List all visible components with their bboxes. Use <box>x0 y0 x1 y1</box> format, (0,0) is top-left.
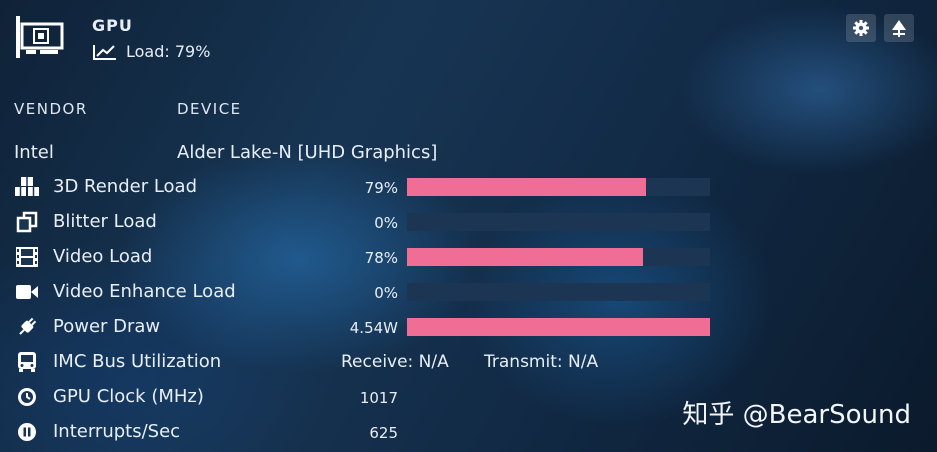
film-icon <box>14 244 40 270</box>
device-value: Alder Lake-N [UHD Graphics] <box>177 142 438 163</box>
vendor-value: Intel <box>14 142 54 163</box>
video-camera-icon <box>14 279 40 305</box>
row-label-imc: IMC Bus Utilization <box>53 351 222 372</box>
row-label-blitter: Blitter Load <box>53 211 157 232</box>
value-video-enhance: 0% <box>374 284 398 302</box>
gpu-card-icon <box>14 14 64 60</box>
value-blitter: 0% <box>374 214 398 232</box>
bar-power <box>407 318 710 336</box>
plug-icon <box>14 314 40 340</box>
pin-icon <box>889 18 909 38</box>
load-text: Load: 79% <box>126 42 211 61</box>
value-interrupts: 625 <box>369 424 398 442</box>
settings-button[interactable] <box>846 14 876 42</box>
bus-icon <box>14 349 40 375</box>
watermark: 知乎 @BearSound <box>682 400 911 430</box>
page-title: GPU <box>92 16 133 35</box>
row-label-video-enhance: Video Enhance Load <box>53 281 236 302</box>
value-power: 4.54W <box>349 319 398 337</box>
value-video: 78% <box>364 249 398 267</box>
bar-video-enhance <box>407 283 710 301</box>
vendor-header: VENDOR <box>14 100 88 118</box>
pin-button[interactable] <box>884 14 914 42</box>
interrupt-icon <box>14 419 40 445</box>
row-label-video: Video Load <box>53 246 153 267</box>
device-header: DEVICE <box>177 100 242 118</box>
value-gpu-clock: 1017 <box>359 389 398 407</box>
bar-fill <box>407 318 710 336</box>
row-label-interrupts: Interrupts/Sec <box>53 421 181 442</box>
value-3d-render: 79% <box>364 179 398 197</box>
copy-icon <box>14 209 40 235</box>
row-label-power: Power Draw <box>53 316 161 337</box>
chart-line-icon <box>92 43 118 61</box>
bar-video <box>407 248 710 266</box>
imc-receive: Receive: N/A <box>341 352 449 372</box>
row-label-gpu-clock: GPU Clock (MHz) <box>53 386 204 407</box>
bar-fill <box>407 248 644 266</box>
gear-icon <box>852 19 870 37</box>
row-label-3d-render: 3D Render Load <box>53 176 198 197</box>
load-summary: Load: 79% <box>92 42 210 61</box>
imc-transmit: Transmit: N/A <box>484 352 599 372</box>
bar-3d-render <box>407 178 710 196</box>
bar-blitter <box>407 213 710 231</box>
clock-icon <box>14 384 40 410</box>
cubes-icon <box>14 174 40 200</box>
bar-fill <box>407 178 647 196</box>
